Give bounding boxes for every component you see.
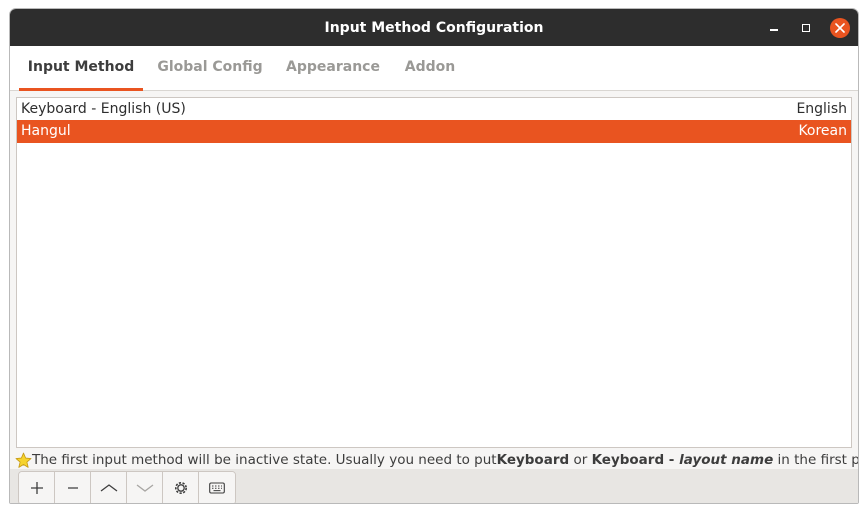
star-icon	[15, 452, 32, 468]
tab-bar: Input Method Global Config Appearance Ad…	[10, 46, 858, 91]
window-title: Input Method Configuration	[324, 19, 544, 36]
hint-text: The first input method will be inactive …	[32, 452, 497, 468]
close-icon	[830, 17, 850, 38]
tab-content: Keyboard - English (US) English Hangul K…	[10, 91, 859, 503]
keyboard-layout-button[interactable]	[199, 472, 235, 503]
close-button[interactable]	[825, 9, 855, 46]
configure-button[interactable]	[163, 472, 199, 503]
list-item[interactable]: Keyboard - English (US) English	[17, 98, 851, 121]
add-icon	[30, 482, 43, 494]
tab-addon[interactable]: Addon	[395, 46, 465, 91]
hint-message: The first input method will be inactive …	[15, 450, 859, 470]
remove-button[interactable]	[55, 472, 91, 503]
input-method-name: Keyboard - English (US)	[21, 101, 186, 117]
list-item[interactable]: Hangul Korean	[17, 120, 851, 143]
add-button[interactable]	[19, 472, 55, 503]
maximize-icon	[802, 23, 810, 32]
move-up-icon	[100, 484, 117, 492]
tab-appearance[interactable]: Appearance	[280, 46, 386, 91]
hint-keyword-keyboard: Keyboard	[496, 452, 570, 468]
keyboard-layout-icon	[209, 482, 225, 494]
remove-icon	[67, 487, 78, 489]
tab-input-method[interactable]: Input Method	[19, 46, 143, 91]
tab-global-config[interactable]: Global Config	[149, 46, 271, 91]
hint-text-or: or	[569, 452, 592, 468]
input-method-language: Korean	[798, 123, 847, 139]
minimize-button[interactable]	[759, 9, 789, 46]
minimize-icon	[770, 29, 778, 31]
configure-icon	[174, 482, 187, 494]
input-method-list[interactable]: Keyboard - English (US) English Hangul K…	[16, 97, 852, 448]
hint-keyword-keyboard-layout: Keyboard -	[591, 452, 680, 468]
toolbar-button-group	[18, 471, 236, 503]
move-down-icon	[136, 484, 153, 492]
move-up-button[interactable]	[91, 472, 127, 503]
input-method-name: Hangul	[21, 123, 71, 139]
input-method-config-window: Input Method Configuration Input Method …	[9, 8, 859, 504]
titlebar[interactable]: Input Method Configuration	[10, 9, 858, 46]
hint-keyword-layout-name: layout name	[679, 452, 774, 468]
move-down-button[interactable]	[127, 472, 163, 503]
input-method-language: English	[796, 101, 847, 117]
maximize-button[interactable]	[791, 9, 821, 46]
hint-text-end: in the first place.	[777, 452, 859, 468]
toolbar	[10, 469, 858, 503]
